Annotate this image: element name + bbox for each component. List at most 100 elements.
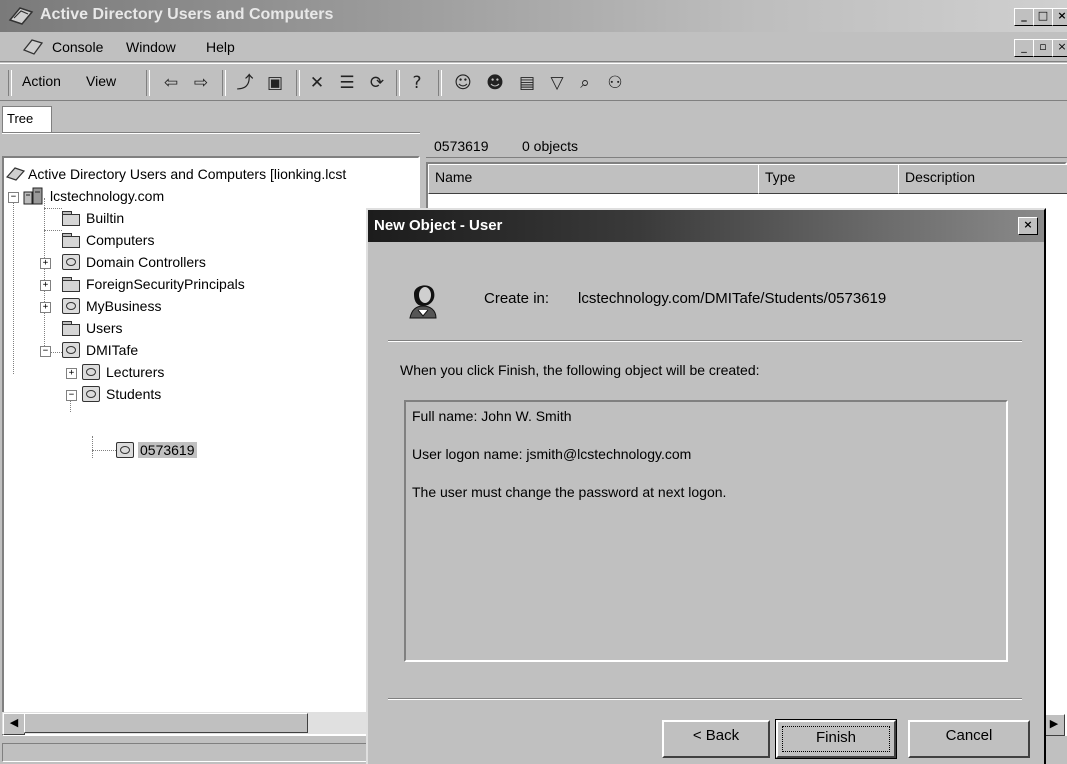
folder-icon [62, 277, 80, 292]
delete-icon[interactable]: ✕ [306, 72, 328, 94]
filter-icon[interactable]: ▽ [546, 72, 568, 94]
menu-window[interactable]: Window [126, 39, 176, 55]
summary-password-note: The user must change the password at nex… [412, 484, 727, 500]
tree-item-students[interactable]: − Students [66, 384, 366, 406]
collapse-icon[interactable]: − [8, 192, 19, 203]
tree-item-users[interactable]: Users [62, 318, 262, 340]
tree-item-domain[interactable]: − lcstechnology.com [8, 186, 308, 208]
result-count: 0 objects [522, 138, 579, 154]
menu-view[interactable]: View [86, 73, 116, 89]
column-header-name[interactable]: Name [428, 164, 766, 194]
tree-item-computers[interactable]: Computers [62, 230, 262, 252]
tree-item-label: Computers [86, 232, 155, 248]
tree-item-builtin[interactable]: Builtin [62, 208, 262, 230]
forward-arrow-icon[interactable]: ⇨ [190, 72, 212, 94]
scrollbar-thumb[interactable] [24, 713, 308, 733]
menu-help[interactable]: Help [206, 39, 235, 55]
tree-item-label: DMITafe [86, 342, 139, 358]
window-title-bar[interactable]: Active Directory Users and Computers _ □… [0, 0, 1067, 32]
new-group-icon[interactable]: ☻ [484, 72, 506, 94]
up-folder-icon[interactable]: ⤴ [234, 72, 256, 94]
instruction-text: When you click Finish, the following obj… [400, 362, 760, 378]
domain-icon [23, 187, 43, 205]
mdi-restore-button[interactable]: ▫ [1033, 39, 1053, 57]
show-hide-tree-icon[interactable]: ▣ [264, 72, 286, 94]
result-path: 0573619 [434, 138, 489, 154]
toolbar-separator [438, 70, 442, 96]
close-button[interactable]: × [1052, 8, 1067, 26]
new-ou-icon[interactable]: ▤ [516, 72, 538, 94]
mdi-close-button[interactable]: × [1052, 39, 1067, 57]
finish-button-label: Finish [782, 726, 890, 752]
mdi-minimize-button[interactable]: _ [1014, 39, 1034, 57]
back-button[interactable]: < Back [662, 720, 770, 758]
expand-icon[interactable]: + [66, 368, 77, 379]
add-to-group-icon[interactable]: ⚇ [604, 72, 626, 94]
console-icon [22, 39, 44, 55]
tree-item-dmitafe[interactable]: − DMITafe [40, 340, 340, 362]
finish-button[interactable]: Finish [775, 719, 897, 759]
tree-item-label-selected: 0573619 [138, 442, 197, 458]
tab-tree[interactable]: Tree [2, 106, 52, 132]
tree-item-mybusiness[interactable]: + MyBusiness [40, 296, 340, 318]
summary-textbox[interactable]: Full name: John W. Smith User logon name… [404, 400, 1008, 662]
find-icon[interactable]: ⌕ [574, 72, 596, 94]
app-icon [8, 7, 34, 25]
menu-action[interactable]: Action [22, 73, 61, 89]
dialog-title: New Object - User [374, 217, 503, 234]
toolbar: Action View ⇦ ⇨ ⤴ ▣ ✕ ☰ ⟳ ? ☺ ☻ ▤ ▽ ⌕ ⚇ [0, 63, 1067, 101]
new-user-icon[interactable]: ☺ [452, 72, 474, 94]
tree-item-label: Lecturers [106, 364, 165, 380]
folder-icon [62, 321, 80, 336]
collapse-icon[interactable]: − [40, 346, 51, 357]
ou-icon [62, 298, 80, 314]
tree-item-label: Builtin [86, 210, 125, 226]
tree-root[interactable]: Active Directory Users and Computers [li… [4, 164, 418, 186]
dialog-title-bar[interactable]: New Object - User × [368, 210, 1044, 242]
help-icon[interactable]: ? [406, 72, 428, 94]
scroll-right-arrow-icon[interactable]: ▶ [1043, 714, 1065, 736]
tree-item-label: Students [106, 386, 162, 402]
tree-item-foreign-security-principals[interactable]: + ForeignSecurityPrincipals [40, 274, 340, 296]
create-in-label: Create in: [484, 290, 550, 307]
toolbar-separator [222, 70, 226, 96]
toolbar-separator [396, 70, 400, 96]
tree-item-0573619[interactable]: 0573619 [116, 440, 316, 462]
tree-item-lecturers[interactable]: + Lecturers [66, 362, 366, 384]
folder-icon [62, 233, 80, 248]
new-object-user-dialog: New Object - User × Create in: lcstechno… [366, 208, 1046, 764]
tree-connector [44, 230, 62, 231]
cancel-button[interactable]: Cancel [908, 720, 1030, 758]
user-icon [409, 285, 437, 319]
tree-connector [92, 450, 116, 451]
create-in-path: lcstechnology.com/DMITafe/Students/05736… [578, 290, 887, 307]
tree-item-label: Users [86, 320, 123, 336]
collapse-icon[interactable]: − [66, 390, 77, 401]
ou-icon [82, 386, 100, 402]
status-panel [2, 743, 422, 762]
menu-console[interactable]: Console [52, 39, 103, 55]
dialog-close-button[interactable]: × [1018, 217, 1038, 235]
expand-icon[interactable]: + [40, 302, 51, 313]
refresh-icon[interactable]: ⟳ [366, 72, 388, 94]
tree-connector [13, 198, 14, 374]
result-pane-header: 0573619 0 objects [426, 134, 1067, 158]
separator [388, 698, 1022, 700]
column-header-description[interactable]: Description [898, 164, 1067, 194]
tree-item-domain-controllers[interactable]: + Domain Controllers [40, 252, 340, 274]
summary-full-name: Full name: John W. Smith [412, 408, 572, 424]
tree-connector [92, 436, 93, 458]
maximize-button[interactable]: □ [1033, 8, 1053, 26]
expand-icon[interactable]: + [40, 258, 51, 269]
ou-icon [116, 442, 134, 458]
column-header-type[interactable]: Type [758, 164, 906, 194]
back-arrow-icon[interactable]: ⇦ [160, 72, 182, 94]
ou-icon [82, 364, 100, 380]
minimize-button[interactable]: _ [1014, 8, 1034, 26]
properties-icon[interactable]: ☰ [336, 72, 358, 94]
scroll-left-arrow-icon[interactable]: ◀ [3, 713, 25, 735]
summary-logon-name: User logon name: jsmith@lcstechnology.co… [412, 446, 692, 462]
expand-icon[interactable]: + [40, 280, 51, 291]
tree-horizontal-scrollbar[interactable]: ◀ [2, 712, 420, 735]
tree-pane[interactable]: Active Directory Users and Computers [li… [2, 156, 420, 736]
